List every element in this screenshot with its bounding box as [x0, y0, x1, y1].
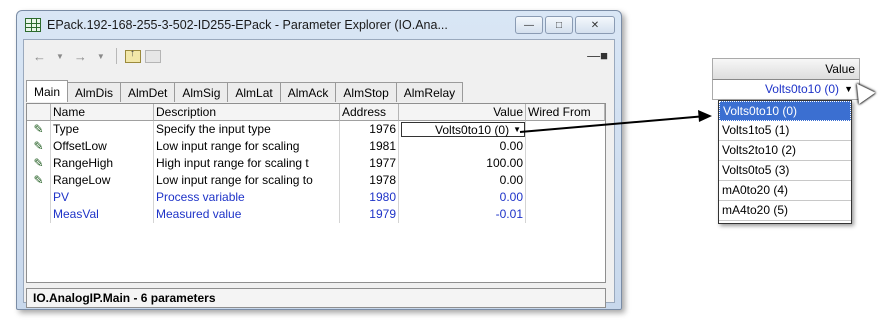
tab-almlat[interactable]: AlmLat	[227, 82, 281, 102]
popout-current-value: Volts0to10 (0)	[764, 82, 839, 96]
param-description: High input range for scaling t	[154, 155, 340, 172]
param-wired-from	[526, 189, 605, 206]
value-dropdown-popout: Value Volts0to10 (0) ▼ Volts0to10 (0) Vol…	[712, 58, 862, 226]
row-icon-placeholder	[27, 189, 51, 206]
maximize-button[interactable]: □	[545, 16, 573, 34]
toolbar: ← ▼ → ▼ —■	[30, 46, 608, 66]
param-address: 1978	[340, 172, 399, 189]
tab-main[interactable]: Main	[26, 80, 69, 102]
param-address: 1980	[340, 189, 399, 206]
title-bar[interactable]: EPack.192-168-255-3-502-ID255-EPack - Pa…	[17, 11, 621, 39]
param-name: MeasVal	[51, 206, 154, 223]
popout-column-header: Value	[712, 58, 860, 80]
callout-arrowhead	[698, 110, 712, 122]
pencil-icon: ✎	[27, 172, 51, 189]
param-value[interactable]: 0.00	[399, 172, 526, 189]
column-header-wired-from[interactable]: Wired From	[526, 104, 605, 121]
param-description: Low input range for scaling to	[154, 172, 340, 189]
grid-body: ✎ Type Specify the input type 1976 Volts0to1…	[27, 121, 605, 223]
parameter-explorer-window: EPack.192-168-255-3-502-ID255-EPack - Pa…	[16, 10, 622, 310]
param-value-combo-cell: Volts0to10 (0) ▼	[399, 121, 526, 138]
column-header-address[interactable]: Address	[340, 104, 399, 121]
dropdown-option[interactable]: Volts0to5 (3)	[719, 161, 851, 181]
table-row[interactable]: ✎ Type Specify the input type 1976 Volts0to1…	[27, 121, 605, 138]
table-row[interactable]: ✎ RangeHigh High input range for scaling t…	[27, 155, 605, 172]
close-button[interactable]: ✕	[575, 16, 615, 34]
status-bar: IO.AnalogIP.Main - 6 parameters	[26, 288, 606, 308]
dropdown-option[interactable]: mA0to20 (4)	[719, 181, 851, 201]
row-icon-placeholder	[27, 206, 51, 223]
forward-arrow-icon[interactable]: →	[71, 49, 90, 64]
dropdown-option[interactable]: Volts1to5 (1)	[719, 121, 851, 141]
minimize-button[interactable]: —	[515, 16, 543, 34]
param-address: 1981	[340, 138, 399, 155]
back-arrow-icon[interactable]: ←	[30, 49, 49, 64]
table-grid-icon	[25, 18, 41, 32]
table-row[interactable]: ✎ OffsetLow Low input range for scaling 198…	[27, 138, 605, 155]
param-name: PV	[51, 189, 154, 206]
chevron-down-icon[interactable]: ▼	[513, 122, 521, 138]
folder-up-icon[interactable]	[124, 48, 141, 63]
dropdown-option[interactable]: mA4to20 (5)	[719, 201, 851, 221]
param-value[interactable]: 100.00	[399, 155, 526, 172]
param-name: RangeLow	[51, 172, 154, 189]
tab-almsig[interactable]: AlmSig	[174, 82, 229, 102]
value-combo[interactable]: Volts0to10 (0) ▼	[401, 122, 525, 137]
minimize-icon: —	[524, 19, 534, 31]
param-address: 1977	[340, 155, 399, 172]
param-wired-from	[526, 206, 605, 223]
param-description: Specify the input type	[154, 121, 340, 138]
popout-combo[interactable]: Volts0to10 (0) ▼	[712, 80, 860, 100]
param-address: 1979	[340, 206, 399, 223]
tab-strip: Main AlmDis AlmDet AlmSig AlmLat AlmAck AlmSto…	[26, 80, 464, 102]
pencil-icon: ✎	[27, 155, 51, 172]
pin-icon[interactable]: —■	[587, 48, 608, 63]
param-name: Type	[51, 121, 154, 138]
table-row[interactable]: MeasVal Measured value 1979 -0.01	[27, 206, 605, 223]
folder-icon[interactable]	[144, 49, 161, 63]
maximize-icon: □	[555, 19, 563, 31]
forward-dropdown-icon[interactable]: ▼	[94, 52, 108, 61]
dropdown-option[interactable]: Volts0to10 (0)	[719, 101, 851, 121]
pencil-icon: ✎	[27, 138, 51, 155]
param-description: Low input range for scaling	[154, 138, 340, 155]
tab-almack[interactable]: AlmAck	[279, 82, 337, 102]
param-value[interactable]: -0.01	[399, 206, 526, 223]
combo-value: Volts0to10 (0)	[435, 122, 510, 137]
tab-almdet[interactable]: AlmDet	[120, 82, 176, 102]
table-row[interactable]: PV Process variable 1980 0.00	[27, 189, 605, 206]
header-icon-column	[27, 104, 51, 121]
param-address: 1976	[340, 121, 399, 138]
window-title: EPack.192-168-255-3-502-ID255-EPack - Pa…	[47, 18, 448, 32]
column-header-name[interactable]: Name	[51, 104, 154, 121]
param-name: RangeHigh	[51, 155, 154, 172]
column-header-description[interactable]: Description	[154, 104, 340, 121]
toolbar-separator	[115, 48, 117, 64]
param-description: Process variable	[154, 189, 340, 206]
param-value[interactable]: 0.00	[399, 189, 526, 206]
tab-almrelay[interactable]: AlmRelay	[395, 82, 464, 102]
back-dropdown-icon[interactable]: ▼	[53, 52, 67, 61]
table-row[interactable]: ✎ RangeLow Low input range for scaling to 1…	[27, 172, 605, 189]
param-wired-from	[526, 138, 605, 155]
window-content: ← ▼ → ▼ —■ MainAlmDisAlmDetAlmSigAlmLatA…	[23, 39, 615, 308]
parameter-grid: Name Description Address Value Wired Fro…	[26, 103, 606, 283]
tab-almstop[interactable]: AlmStop	[335, 82, 397, 102]
param-name: OffsetLow	[51, 138, 154, 155]
tab-almdis[interactable]: AlmDis	[67, 82, 122, 102]
param-wired-from	[526, 121, 605, 138]
param-value[interactable]: 0.00	[399, 138, 526, 155]
grid-header: Name Description Address Value Wired Fro…	[27, 104, 605, 121]
param-description: Measured value	[154, 206, 340, 223]
pencil-icon: ✎	[27, 121, 51, 138]
dropdown-options-list: Volts0to10 (0) Volts1to5 (1) Volts2to10 (2…	[718, 100, 852, 224]
close-icon: ✕	[590, 19, 600, 31]
param-wired-from	[526, 172, 605, 189]
param-wired-from	[526, 155, 605, 172]
column-header-value[interactable]: Value	[399, 104, 526, 121]
dropdown-option[interactable]: Volts2to10 (2)	[719, 141, 851, 161]
